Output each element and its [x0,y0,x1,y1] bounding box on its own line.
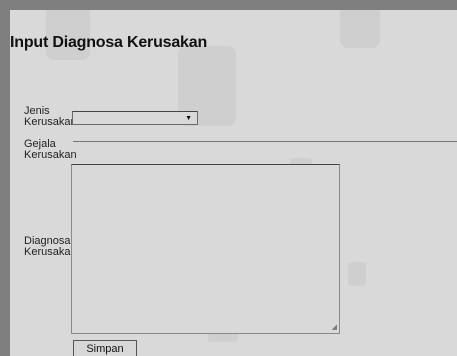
gejala-kerusakan-label: Gejala Kerusakan [24,139,77,161]
jenis-kerusakan-select[interactable]: ▼ [72,111,198,125]
diagnosa-kerusakan-textarea[interactable]: ◢ [71,164,340,334]
gejala-kerusakan-field[interactable] [73,141,457,142]
background-decoration [340,10,380,48]
page-title: Input Diagnosa Kerusakan [10,34,208,51]
gejala-label-line2: Kerusakan [24,149,77,161]
diagnosa-label-line2: Kerusakan [24,246,77,258]
jenis-label-line2: Kerusakan [24,116,77,128]
page-content: Input Diagnosa Kerusakan Jenis Kerusakan… [10,10,457,356]
simpan-data-button[interactable]: Simpan Data [73,340,137,356]
background-decoration [348,262,366,286]
jenis-kerusakan-label: Jenis Kerusakan [24,106,77,128]
diagnosa-kerusakan-label: Diagnosa Kerusakan [24,236,77,258]
chevron-down-icon: ▼ [185,115,192,122]
resize-grip-icon[interactable]: ◢ [332,324,337,331]
